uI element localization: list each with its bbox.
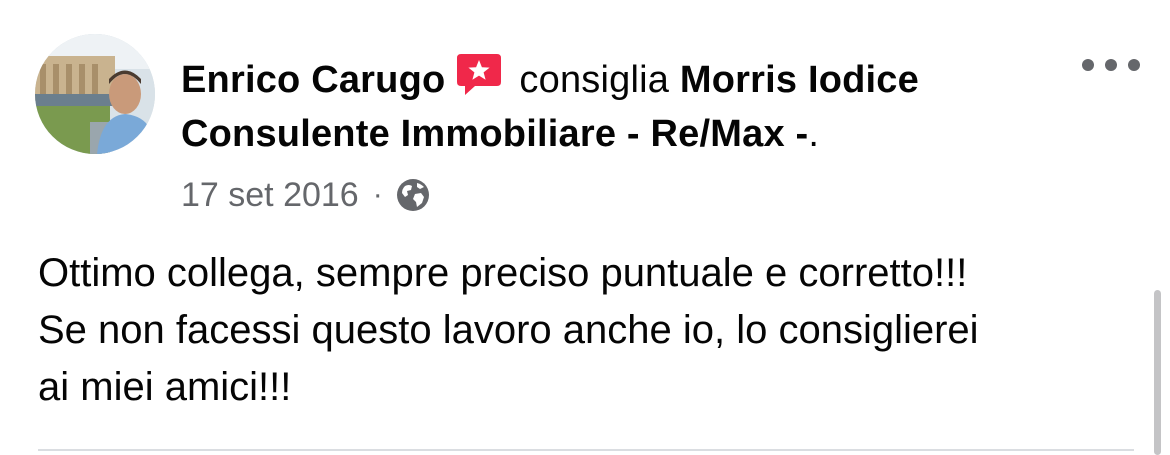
action-verb: consiglia: [519, 59, 670, 101]
more-options-icon: [1128, 59, 1140, 71]
recommend-star-badge-icon: [455, 50, 503, 98]
more-options-icon: [1082, 59, 1094, 71]
post-body: Ottimo collega, sempre preciso puntuale …: [38, 245, 1138, 416]
post-date[interactable]: 17 set 2016: [181, 176, 359, 215]
avatar-photo: [35, 34, 155, 154]
globe-icon: [395, 177, 431, 213]
post-meta: 17 set 2016 ·: [181, 170, 431, 220]
more-options-button[interactable]: [1082, 50, 1140, 80]
recommendation-post: Enrico Carugo consiglia Morris Iodice Co…: [0, 0, 1170, 455]
body-line: ai miei amici!!!: [38, 365, 292, 409]
meta-separator: ·: [372, 178, 383, 211]
post-divider: [38, 449, 1134, 451]
author-name[interactable]: Enrico Carugo: [181, 59, 445, 101]
body-line: Ottimo collega, sempre preciso puntuale …: [38, 251, 968, 295]
scrollbar[interactable]: [1154, 290, 1161, 455]
author-avatar[interactable]: [35, 34, 155, 154]
page-name-suffix: .: [808, 113, 820, 155]
more-options-icon: [1105, 59, 1117, 71]
body-line: Se non facessi questo lavoro anche io, l…: [38, 308, 979, 352]
post-header: Enrico Carugo consiglia Morris Iodice Co…: [181, 50, 1061, 161]
